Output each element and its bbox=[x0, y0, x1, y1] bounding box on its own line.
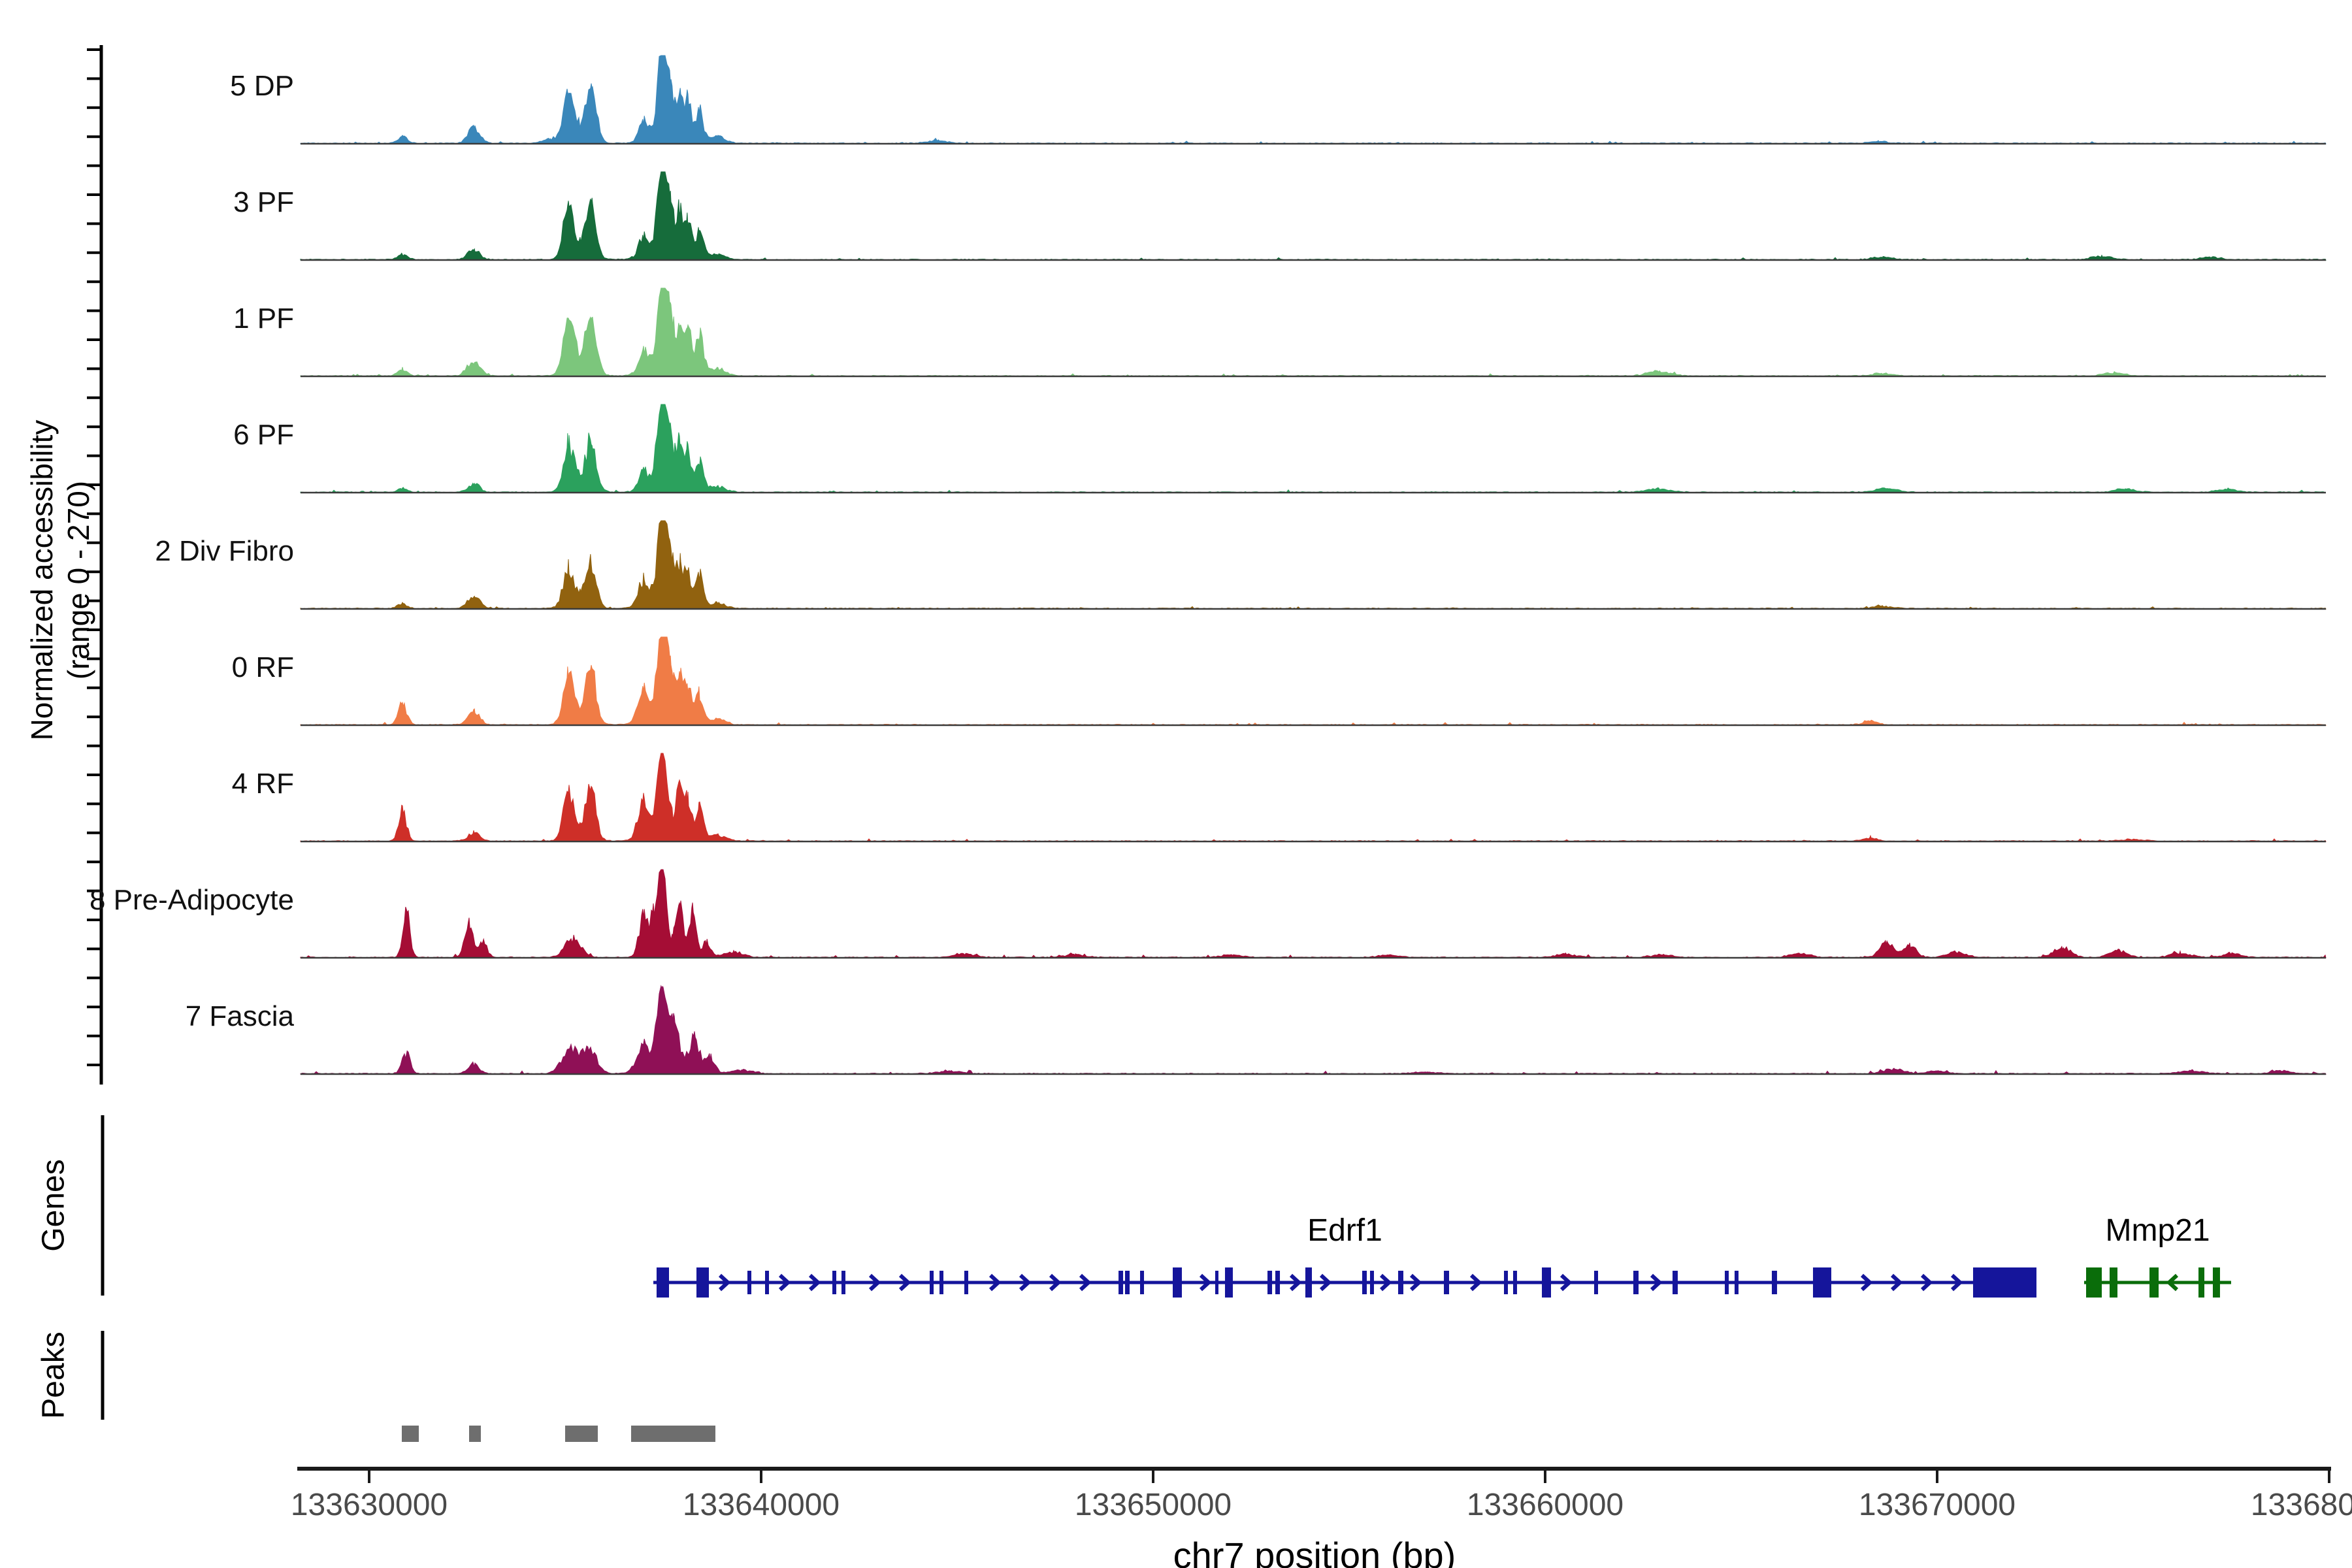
gene-exon-edrf1 bbox=[1973, 1267, 2036, 1298]
gene-exon-edrf1 bbox=[1735, 1271, 1739, 1294]
signal-area-4-rf bbox=[301, 753, 2326, 841]
gene-exon-edrf1 bbox=[1504, 1271, 1508, 1294]
gene-exon-edrf1 bbox=[1305, 1267, 1312, 1298]
signal-area-7-fascia bbox=[301, 986, 2326, 1074]
track-label: 7 Fascia bbox=[0, 1000, 294, 1034]
gene-exon-edrf1 bbox=[1362, 1271, 1367, 1294]
genome-browser-canvas bbox=[0, 0, 2352, 1568]
signal-area-3-pf bbox=[301, 172, 2326, 260]
y-axis-label-line2: (range 0 - 270) bbox=[60, 420, 97, 741]
gene-exon-mmp21 bbox=[2149, 1267, 2159, 1298]
gene-exon-edrf1 bbox=[747, 1271, 751, 1294]
y-axis-label: Normalized accessibility (range 0 - 270) bbox=[24, 420, 97, 741]
gene-exon-mmp21 bbox=[2213, 1267, 2220, 1298]
gene-exon-edrf1 bbox=[1444, 1271, 1449, 1294]
genome-browser-figure: Normalized accessibility (range 0 - 270)… bbox=[0, 0, 2352, 1568]
signal-area-8-pre-adipocyte bbox=[301, 870, 2326, 958]
x-tick-label: 133680000 bbox=[2198, 1487, 2352, 1523]
gene-name-label: Mmp21 bbox=[1962, 1213, 2352, 1249]
gene-exon-edrf1 bbox=[1215, 1271, 1218, 1294]
gene-exon-edrf1 bbox=[696, 1267, 709, 1298]
gene-exon-edrf1 bbox=[657, 1267, 669, 1298]
peak-call-bar bbox=[402, 1426, 419, 1442]
signal-area-2-div-fibro bbox=[301, 521, 2326, 609]
x-axis-title: chr7 position (bp) bbox=[1119, 1534, 1511, 1568]
gene-exon-edrf1 bbox=[1633, 1271, 1639, 1294]
gene-exon-edrf1 bbox=[1275, 1271, 1280, 1294]
gene-exon-mmp21 bbox=[2086, 1267, 2102, 1298]
gene-exon-edrf1 bbox=[939, 1271, 943, 1294]
gene-exon-edrf1 bbox=[1513, 1271, 1517, 1294]
peak-call-bar bbox=[565, 1426, 598, 1442]
gene-exon-edrf1 bbox=[1542, 1267, 1551, 1298]
gene-exon-edrf1 bbox=[1125, 1271, 1130, 1294]
gene-exon-edrf1 bbox=[1225, 1267, 1233, 1298]
gene-exon-edrf1 bbox=[1173, 1267, 1182, 1298]
track-label: 2 Div Fibro bbox=[0, 534, 294, 568]
track-label: 8 Pre-Adipocyte bbox=[0, 883, 294, 917]
gene-exon-edrf1 bbox=[1398, 1271, 1403, 1294]
x-tick-label: 133630000 bbox=[238, 1487, 500, 1523]
signal-area-1-pf bbox=[301, 288, 2326, 376]
track-label: 3 PF bbox=[0, 186, 294, 220]
x-tick-label: 133670000 bbox=[1806, 1487, 2068, 1523]
x-tick-label: 133640000 bbox=[630, 1487, 892, 1523]
gene-exon-edrf1 bbox=[1594, 1271, 1598, 1294]
peak-call-bar bbox=[469, 1426, 481, 1442]
gene-exon-edrf1 bbox=[1140, 1271, 1144, 1294]
gene-exon-edrf1 bbox=[832, 1271, 836, 1294]
signal-area-5-dp bbox=[301, 56, 2326, 144]
genes-section-label: Genes bbox=[36, 1159, 72, 1251]
x-tick-label: 133660000 bbox=[1414, 1487, 1676, 1523]
x-tick-label: 133650000 bbox=[1022, 1487, 1284, 1523]
gene-exon-edrf1 bbox=[841, 1271, 845, 1294]
peaks-section-label: Peaks bbox=[36, 1331, 72, 1418]
gene-exon-edrf1 bbox=[1267, 1271, 1272, 1294]
y-axis-label-line1: Normalized accessibility bbox=[24, 420, 60, 741]
gene-exon-mmp21 bbox=[2198, 1267, 2204, 1298]
gene-exon-edrf1 bbox=[930, 1271, 934, 1294]
gene-exon-edrf1 bbox=[1119, 1271, 1123, 1294]
peak-call-bar bbox=[631, 1426, 715, 1442]
track-label: 4 RF bbox=[0, 767, 294, 801]
signal-area-0-rf bbox=[301, 637, 2326, 725]
gene-exon-edrf1 bbox=[1772, 1271, 1777, 1294]
gene-name-label: Edrf1 bbox=[1149, 1213, 1541, 1249]
gene-exon-edrf1 bbox=[1813, 1267, 1831, 1298]
track-label: 0 RF bbox=[0, 651, 294, 685]
gene-exon-edrf1 bbox=[1725, 1271, 1729, 1294]
track-label: 1 PF bbox=[0, 302, 294, 336]
gene-exon-edrf1 bbox=[964, 1271, 968, 1294]
gene-exon-edrf1 bbox=[765, 1271, 769, 1294]
gene-exon-edrf1 bbox=[1370, 1271, 1374, 1294]
track-label: 6 PF bbox=[0, 418, 294, 452]
gene-exon-mmp21 bbox=[2110, 1267, 2117, 1298]
signal-area-6-pf bbox=[301, 404, 2326, 493]
track-label: 5 DP bbox=[0, 69, 294, 103]
gene-exon-edrf1 bbox=[1673, 1271, 1678, 1294]
